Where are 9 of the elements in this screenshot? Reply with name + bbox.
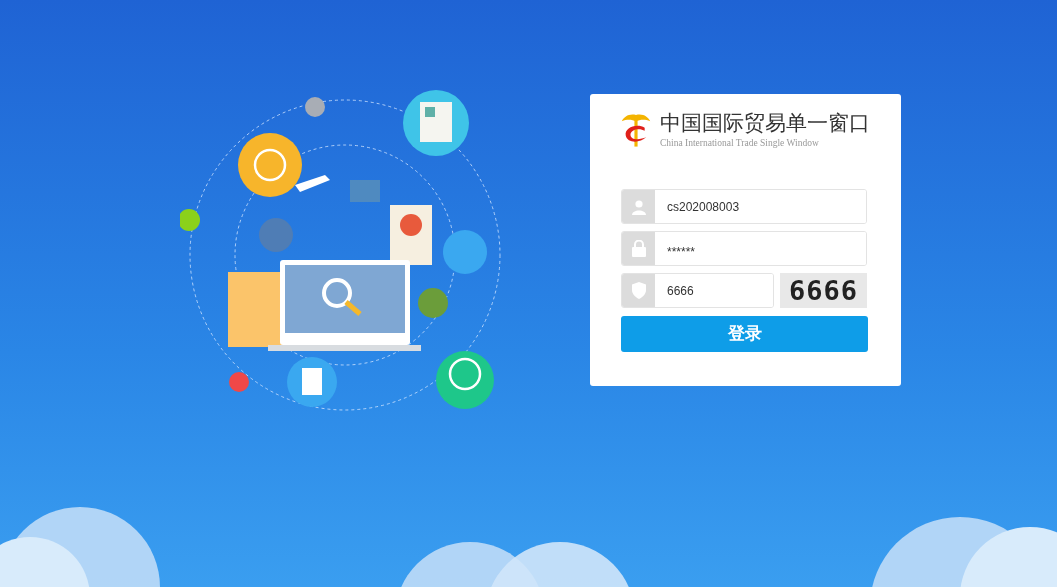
input-field[interactable]: 6666 <box>621 273 774 308</box>
input-field[interactable]: cs202008003 <box>621 189 867 224</box>
logo-subtitle: China International Trade Single Window <box>660 137 820 150</box>
input-field[interactable]: ****** <box>621 231 867 266</box>
captcha-image[interactable]: 6666 <box>780 273 867 308</box>
user-icon <box>630 198 647 215</box>
lock-icon <box>631 240 646 257</box>
shield-icon <box>631 282 646 299</box>
logo-title: 中国国际贸易单一窗口 <box>660 110 870 136</box>
